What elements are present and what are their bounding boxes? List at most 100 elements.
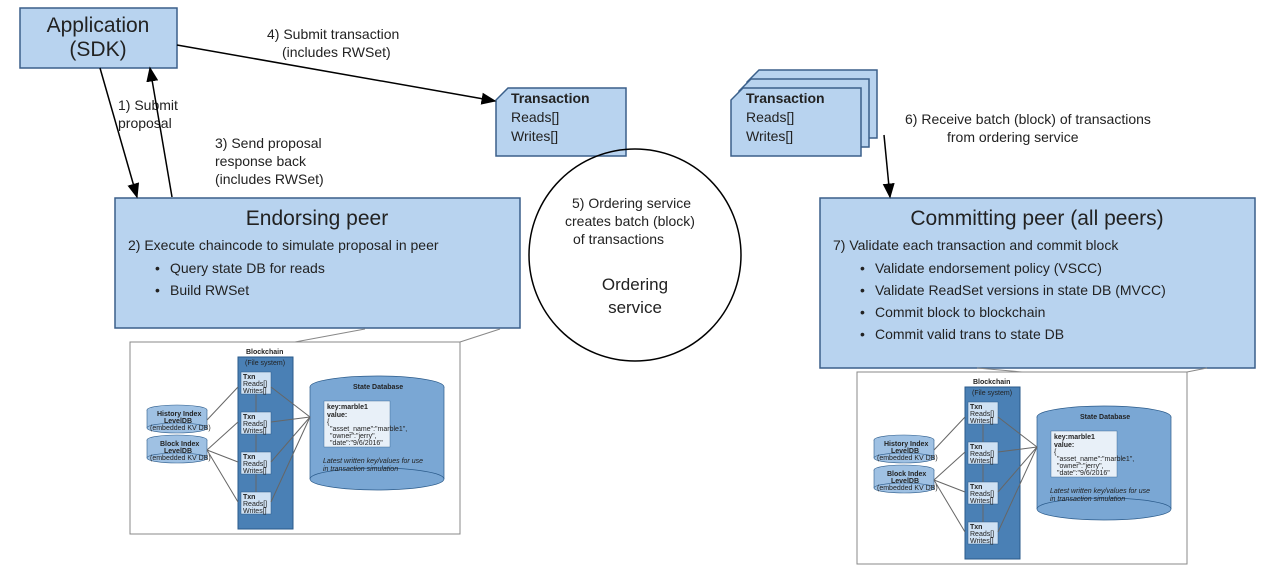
application-title1: Application [47,14,150,37]
ordering-service-circle: 5) Ordering service creates batch (block… [529,149,741,361]
committing-bullet4: Commit valid trans to state DB [875,326,1064,342]
mini-txn-r: Reads[] [970,531,994,538]
bc-title2: (File system) [972,390,1012,397]
application-box: Application (SDK) [20,8,177,68]
committing-title: Committing peer (all peers) [910,207,1163,230]
block-index-title: Block Index [160,441,199,448]
bullet-dot: • [155,260,160,276]
txn-reads: Reads[] [511,109,559,125]
mini-txn-r: Reads[] [970,411,994,418]
arrow3-c: (includes RWSet) [215,171,324,187]
mini-txn-r: Reads[] [243,381,267,388]
ordering-msg1: 5) Ordering service [572,195,691,211]
committing-bullet1: Validate endorsement policy (VSCC) [875,260,1102,276]
block-index-note: (embedded KV DB) [877,485,938,492]
mini-txn-t: Txn [243,414,255,421]
arrow1-b: proposal [118,115,172,131]
txn-writes: Writes[] [511,128,558,144]
state-value: value: [1054,442,1074,449]
state-note: Latest written key/values for use [1050,488,1150,495]
bullet-dot: • [860,326,865,342]
mini-txn-w: Writes[] [243,508,267,515]
endorsing-bullet2: Build RWSet [170,282,249,298]
transaction-card-stack: Transaction Reads[] Writes[] [731,70,877,156]
mini-txn-t: Txn [970,404,982,411]
txn-stack-reads: Reads[] [746,109,794,125]
endorsing-peer-box: Endorsing peer 2) Execute chaincode to s… [115,198,520,328]
mini-txn-r: Reads[] [243,501,267,508]
block-index-db: LevelDB [164,448,192,455]
transaction-card-single: Transaction Reads[] Writes[] [496,88,626,156]
mini-txn-t: Txn [243,374,255,381]
mini-txn-r: Reads[] [970,451,994,458]
txn-stack-title: Transaction [746,90,825,106]
mini-txn-w: Writes[] [243,428,267,435]
arrow6-a: 6) Receive batch (block) of transactions [905,111,1151,127]
arrow1-a: 1) Submit [118,97,178,113]
peer-inset-left: Blockchain (File system) Txn Reads[] Wri… [130,329,500,534]
mini-txn-t: Txn [970,524,982,531]
arrow6-b: from ordering service [947,129,1079,145]
history-index-title: History Index [884,441,928,448]
peer-inset-right: Blockchain (File system) Txn Reads[] Wri… [857,368,1207,564]
history-index-title: History Index [157,411,201,418]
endorsing-line1: 2) Execute chaincode to simulate proposa… [128,237,439,253]
history-index-note: (embedded KV DB) [150,425,211,432]
bullet-dot: • [155,282,160,298]
arrow3-a: 3) Send proposal [215,135,322,151]
arrow-3 [150,68,172,197]
state-json: "owner":"jerry", [1057,463,1104,470]
application-title2: (SDK) [69,38,126,61]
committing-bullet3: Commit block to blockchain [875,304,1045,320]
mini-txn-r: Reads[] [243,421,267,428]
history-index-db: LevelDB [164,418,192,425]
arrow-6 [884,135,890,197]
arrow4-b: (includes RWSet) [282,44,391,60]
mini-txn-w: Writes[] [970,418,994,425]
arrow3-b: response back [215,153,307,169]
bullet-dot: • [860,304,865,320]
txn-title: Transaction [511,90,590,106]
state-key: key:marble1 [327,404,368,411]
mini-txn-t: Txn [970,484,982,491]
ordering-name1: Ordering [602,275,668,294]
state-json: "date":"9/6/2016" [1057,470,1110,477]
block-index-title: Block Index [887,471,926,478]
txn-stack-writes: Writes[] [746,128,793,144]
endorsing-title: Endorsing peer [246,207,388,230]
state-note: in transaction simulation [1050,496,1125,503]
bullet-dot: • [860,260,865,276]
mini-txn-w: Writes[] [970,538,994,545]
bc-title1: Blockchain [973,379,1010,386]
state-note: Latest written key/values for use [323,458,423,465]
state-db-title: State Database [353,384,403,391]
mini-txn-w: Writes[] [243,388,267,395]
arrow-1 [100,68,137,197]
state-note: in transaction simulation [323,466,398,473]
history-index-db: LevelDB [891,448,919,455]
mini-txn-t: Txn [970,444,982,451]
mini-txn-w: Writes[] [970,458,994,465]
arrow4-a: 4) Submit transaction [267,26,399,42]
mini-txn-t: Txn [243,494,255,501]
state-json: "date":"9/6/2016" [330,440,383,447]
state-key: key:marble1 [1054,434,1095,441]
ordering-name2: service [608,298,662,317]
mini-txn-t: Txn [243,454,255,461]
block-index-note: (embedded KV DB) [150,455,211,462]
committing-line1: 7) Validate each transaction and commit … [833,237,1119,253]
history-index-note: (embedded KV DB) [877,455,938,462]
mini-txn-r: Reads[] [970,491,994,498]
state-json: "asset_name":"marble1", [1057,456,1134,463]
state-json: "asset_name":"marble1", [330,426,407,433]
ordering-msg2: creates batch (block) [565,213,695,229]
mini-txn-w: Writes[] [243,468,267,475]
state-value: value: [327,412,347,419]
mini-txn-w: Writes[] [970,498,994,505]
mini-txn-r: Reads[] [243,461,267,468]
bullet-dot: • [860,282,865,298]
committing-peer-box: Committing peer (all peers) 7) Validate … [820,198,1255,368]
bc-title2: (File system) [245,360,285,367]
ordering-msg3: of transactions [573,231,664,247]
state-db-title: State Database [1080,414,1130,421]
